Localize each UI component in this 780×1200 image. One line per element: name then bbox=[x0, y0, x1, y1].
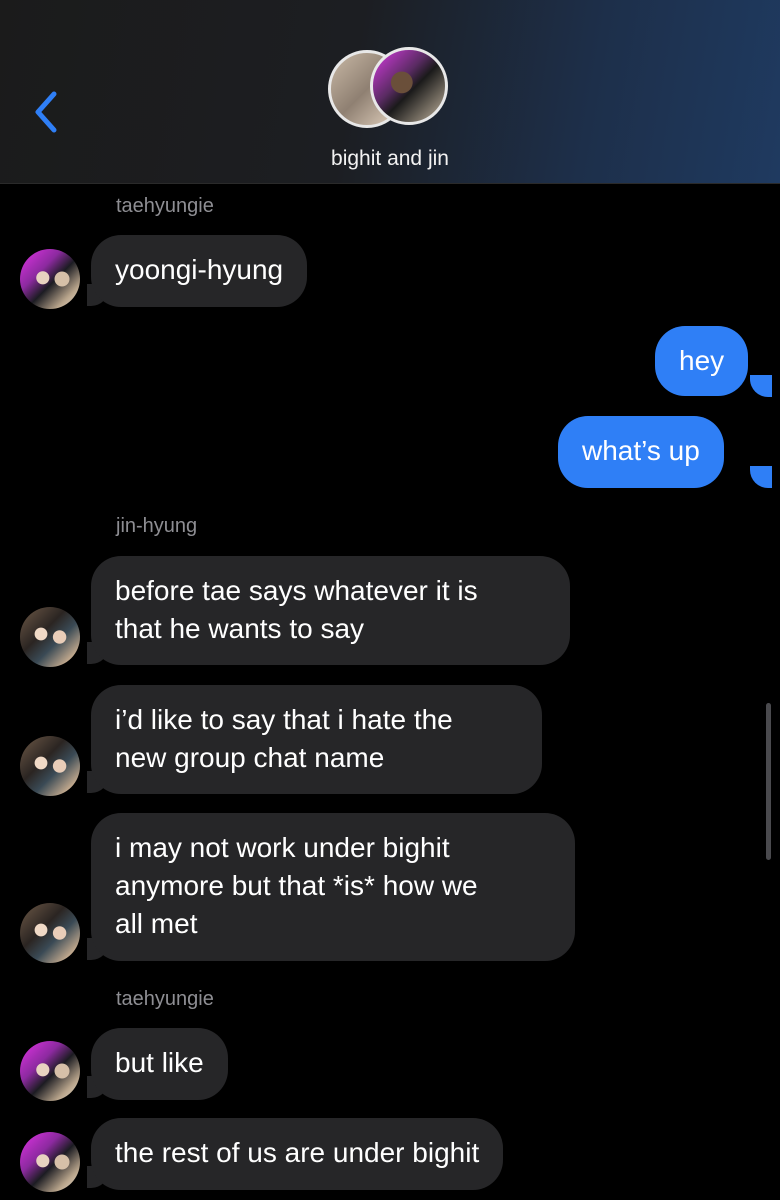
chevron-left-icon bbox=[35, 91, 57, 133]
message-bubble[interactable]: but like bbox=[91, 1028, 228, 1100]
message-bubble[interactable]: hey bbox=[655, 326, 749, 396]
message-text-line: all met bbox=[115, 908, 198, 939]
sender-name: taehyungie bbox=[116, 988, 214, 1010]
group-avatar[interactable] bbox=[328, 47, 453, 131]
message-text-line: i may not work under bighit bbox=[115, 832, 450, 863]
back-button[interactable] bbox=[30, 88, 66, 136]
avatar[interactable] bbox=[20, 607, 80, 667]
sender-name: taehyungie bbox=[116, 195, 214, 217]
group-avatar-photo bbox=[370, 47, 448, 125]
avatar[interactable] bbox=[20, 736, 80, 796]
message-text: but like bbox=[115, 1047, 204, 1078]
message-text-line: i’d like to say that i hate the bbox=[115, 704, 453, 735]
avatar[interactable] bbox=[20, 249, 80, 309]
message-bubble[interactable]: yoongi-hyung bbox=[91, 235, 308, 307]
avatar[interactable] bbox=[20, 1041, 80, 1101]
scrollbar[interactable] bbox=[766, 703, 771, 860]
message-text: what’s up bbox=[582, 435, 700, 466]
bubble-tail bbox=[750, 466, 772, 488]
message-bubble[interactable]: what’s up bbox=[558, 416, 724, 488]
message-text-line: new group chat name bbox=[115, 742, 385, 773]
chat-header: bighit and jin bbox=[0, 0, 780, 184]
avatar[interactable] bbox=[20, 1132, 80, 1192]
message-bubble[interactable]: i’d like to say that i hate the new grou… bbox=[91, 685, 542, 794]
avatar[interactable] bbox=[20, 903, 80, 963]
message-text: the rest of us are under bighit bbox=[115, 1137, 480, 1168]
message-text-line: before tae says whatever it is bbox=[115, 575, 478, 606]
message-bubble[interactable]: before tae says whatever it is that he w… bbox=[91, 556, 570, 665]
message-bubble[interactable]: i may not work under bighit anymore but … bbox=[91, 813, 575, 961]
message-bubble[interactable]: the rest of us are under bighit bbox=[91, 1118, 504, 1190]
bubble-tail bbox=[750, 375, 772, 397]
message-text-line: anymore but that *is* how we bbox=[115, 870, 478, 901]
message-text: yoongi-hyung bbox=[115, 254, 284, 285]
message-text: hey bbox=[679, 345, 725, 376]
message-text-line: that he wants to say bbox=[115, 613, 365, 644]
sender-name: jin-hyung bbox=[116, 515, 198, 537]
group-name[interactable]: bighit and jin bbox=[0, 147, 780, 171]
